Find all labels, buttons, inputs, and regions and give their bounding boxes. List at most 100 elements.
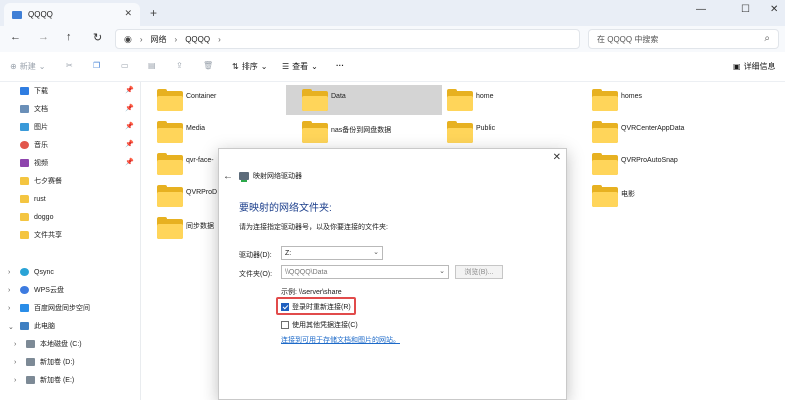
- folder-combobox[interactable]: \\QQQQ\Data ⌄: [281, 265, 449, 279]
- details-pane-button[interactable]: ▣ 详细信息: [733, 61, 776, 72]
- folder-item-qvrcenterappdata[interactable]: QVRCenterAppData: [576, 117, 736, 147]
- dialog-back-button[interactable]: ←: [223, 171, 233, 182]
- connect-website-link[interactable]: 连接到可用于存储文档和图片的网站。: [281, 335, 400, 345]
- drive-select-value: Z:: [285, 249, 292, 257]
- sort-icon: ⇅: [232, 62, 239, 71]
- copy-icon[interactable]: ❐: [93, 61, 100, 70]
- folder-item-homes[interactable]: homes: [576, 85, 716, 115]
- folder-icon: [157, 217, 183, 239]
- folder-item-qvrproautosnap[interactable]: QVRProAutoSnap: [576, 149, 736, 179]
- sidebar-item-qixi[interactable]: 七夕赛餐: [20, 173, 62, 189]
- expand-chevron-icon[interactable]: ›: [8, 305, 10, 312]
- sort-button[interactable]: ⇅ 排序 ⌄: [232, 61, 267, 72]
- sidebar-item-this-pc[interactable]: 此电脑: [20, 318, 55, 334]
- drive-select[interactable]: Z: ⌄: [281, 246, 383, 260]
- chevron-down-icon: ⌄: [260, 62, 268, 71]
- minimize-button[interactable]: —: [696, 4, 706, 15]
- drive-icon: [26, 358, 35, 366]
- network-drive-icon: [239, 172, 249, 182]
- sidebar-item-wps[interactable]: WPS云盘: [20, 282, 64, 298]
- new-tab-button[interactable]: +: [150, 6, 157, 20]
- map-network-drive-dialog: ✕ ← 映射网络驱动器 要映射的网络文件夹: 请为连接指定驱动器号，以及你要连接…: [218, 148, 567, 400]
- reconnect-checkbox[interactable]: 登录时重新连接(R): [281, 302, 351, 312]
- breadcrumb-qqqq[interactable]: QQQQ: [185, 35, 210, 44]
- folder-icon: [592, 185, 618, 207]
- pin-icon: 📌: [125, 123, 134, 130]
- folder-icon: [157, 89, 183, 111]
- other-credentials-checkbox[interactable]: 使用其他凭据连接(C): [281, 320, 358, 330]
- refresh-button[interactable]: ↻: [93, 31, 102, 44]
- pc-icon: [20, 322, 29, 330]
- pin-icon: 📌: [125, 141, 134, 148]
- tab-close-icon[interactable]: ✕: [124, 8, 132, 19]
- tab-title: QQQQ: [28, 10, 53, 19]
- maximize-button[interactable]: ☐: [741, 4, 750, 15]
- collapse-chevron-icon[interactable]: ⌄: [8, 323, 14, 331]
- folder-item-media[interactable]: Media: [141, 117, 281, 147]
- share-icon[interactable]: ⇪: [176, 61, 183, 70]
- navigation-pane: 下载 📌 文档 📌 图片 📌 音乐 📌 视频 📌 七夕赛餐 rust doggo…: [0, 82, 140, 400]
- folder-item-movies[interactable]: 电影: [576, 181, 716, 211]
- search-input[interactable]: 在 QQQQ 中搜索 ⌕: [588, 29, 779, 49]
- expand-chevron-icon[interactable]: ›: [8, 287, 10, 294]
- folder-icon: [20, 231, 29, 239]
- more-button[interactable]: ···: [336, 61, 344, 70]
- rename-icon[interactable]: ▤: [148, 61, 156, 70]
- forward-button[interactable]: →: [38, 31, 49, 43]
- folder-icon: [302, 121, 328, 143]
- dialog-close-button[interactable]: ✕: [553, 152, 561, 163]
- sidebar-item-label: 视频: [34, 160, 48, 167]
- new-button[interactable]: ⊕ 新建 ⌄: [10, 61, 45, 72]
- sidebar-item-pictures[interactable]: 图片: [20, 119, 48, 135]
- browse-button[interactable]: 浏览(B)...: [455, 265, 503, 279]
- document-icon: [20, 105, 29, 113]
- sidebar-item-documents[interactable]: 文档: [20, 101, 48, 117]
- sidebar-item-label: 本地磁盘 (C:): [40, 341, 82, 348]
- expand-chevron-icon[interactable]: ›: [14, 341, 16, 348]
- sidebar-item-rust[interactable]: rust: [20, 191, 46, 207]
- folder-item-data[interactable]: Data: [286, 85, 442, 115]
- address-input[interactable]: ◉ › 网络 › QQQQ ›: [115, 29, 580, 49]
- sidebar-item-baidu[interactable]: 百度网盘同步空间: [20, 300, 90, 316]
- folder-name: 同步数据: [186, 223, 214, 230]
- sidebar-item-qsync[interactable]: Qsync: [20, 264, 54, 280]
- folder-icon: [157, 121, 183, 143]
- folder-name: Container: [186, 93, 217, 100]
- folder-combobox-value: \\QQQQ\Data: [285, 268, 328, 276]
- delete-icon[interactable]: 🗑: [203, 61, 213, 70]
- sidebar-item-doggo[interactable]: doggo: [20, 209, 53, 225]
- expand-chevron-icon[interactable]: ›: [14, 377, 16, 384]
- checkbox-unchecked-icon: [281, 321, 289, 329]
- folder-item-container[interactable]: Container: [141, 85, 281, 115]
- folder-item-home[interactable]: home: [431, 85, 571, 115]
- folder-name: 电影: [621, 191, 635, 198]
- close-window-button[interactable]: ✕: [770, 4, 778, 15]
- drive-icon: [26, 340, 35, 348]
- folder-item-public[interactable]: Public: [431, 117, 571, 147]
- folder-icon: [157, 153, 183, 175]
- sidebar-item-drive-d[interactable]: 新加卷 (D:): [26, 354, 75, 370]
- paste-icon[interactable]: ▭: [121, 61, 129, 70]
- details-label: 详细信息: [743, 62, 776, 71]
- folder-item-nas-backup[interactable]: nas备份到网盘数据: [286, 117, 426, 147]
- view-button[interactable]: ☰ 查看 ⌄: [282, 61, 318, 72]
- command-bar: ⊕ 新建 ⌄ ✂ ❐ ▭ ▤ ⇪ 🗑 ⇅ 排序 ⌄ ☰ 查看 ⌄ ··· ▣ 详…: [0, 52, 785, 82]
- tab-qqqq[interactable]: QQQQ ✕: [4, 3, 140, 26]
- up-button[interactable]: ↑: [66, 31, 72, 43]
- sidebar-item-videos[interactable]: 视频: [20, 155, 48, 171]
- sidebar-item-music[interactable]: 音乐: [20, 137, 48, 153]
- expand-chevron-icon[interactable]: ›: [8, 269, 10, 276]
- sidebar-item-drive-c[interactable]: 本地磁盘 (C:): [26, 336, 82, 352]
- sidebar-item-label: 文档: [34, 106, 48, 113]
- sidebar-item-downloads[interactable]: 下载: [20, 83, 48, 99]
- sidebar-item-drive-e[interactable]: 新加卷 (E:): [26, 372, 74, 388]
- sidebar-item-label: 百度网盘同步空间: [34, 305, 90, 312]
- chevron-down-icon: ⌄: [439, 268, 445, 275]
- cut-icon[interactable]: ✂: [66, 61, 73, 70]
- folder-name: Data: [331, 93, 346, 100]
- expand-chevron-icon[interactable]: ›: [14, 359, 16, 366]
- sidebar-item-label: 文件共享: [34, 232, 62, 239]
- back-button[interactable]: ←: [10, 31, 21, 43]
- sidebar-item-file-share[interactable]: 文件共享: [20, 227, 62, 243]
- breadcrumb-network[interactable]: 网络: [151, 34, 167, 45]
